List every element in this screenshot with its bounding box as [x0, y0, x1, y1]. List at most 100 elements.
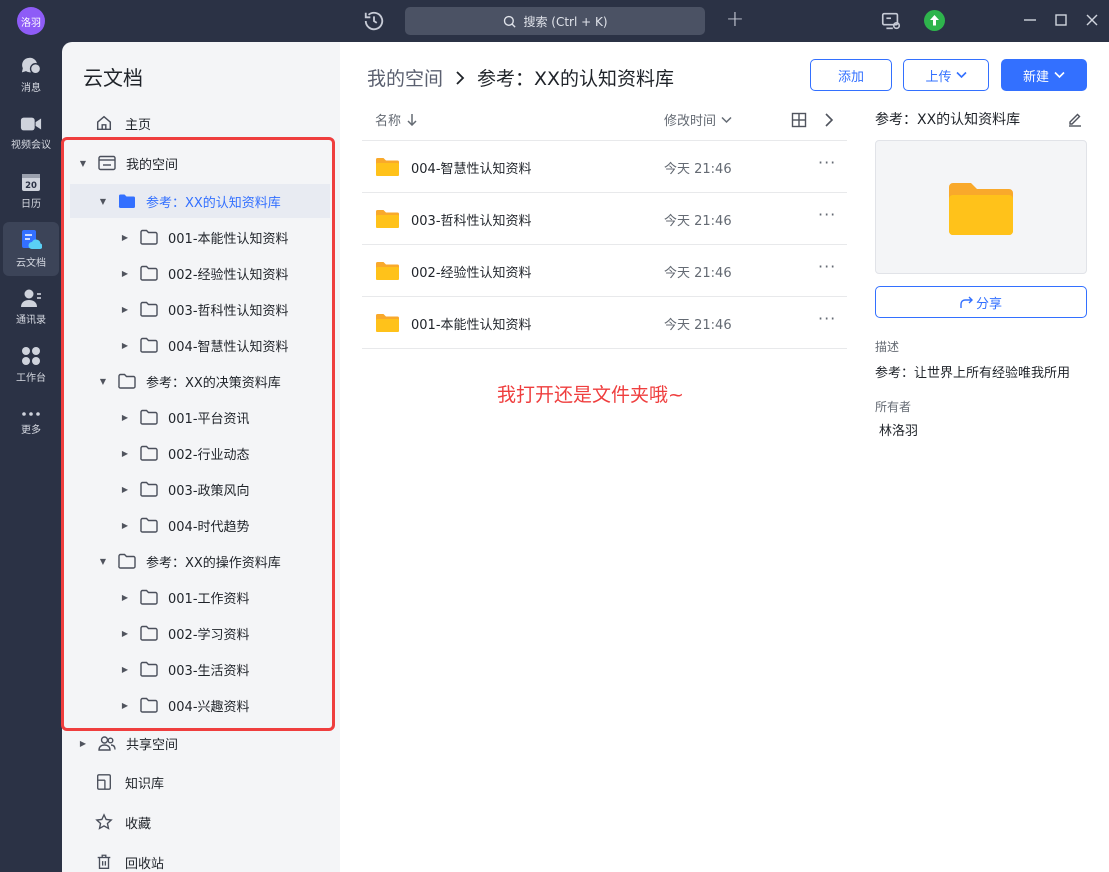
folder-icon [376, 158, 399, 176]
app-rail: 消息 视频会议 20 日历 云文档 通讯录 工作台 更多 [0, 42, 62, 872]
rail-item-messages[interactable]: 消息 [3, 48, 59, 102]
file-row[interactable]: 001-本能性认知资料 今天 21:46 ··· [362, 296, 847, 348]
home-icon [96, 115, 112, 131]
tree-label: 共享空间 [126, 737, 179, 753]
column-label: 名称 [375, 114, 402, 129]
edit-icon[interactable] [1067, 111, 1083, 127]
rail-label: 云文档 [16, 258, 46, 269]
rail-label: 视频会议 [11, 140, 51, 151]
share-button[interactable]: 分享 [875, 286, 1087, 318]
rail-item-calendar[interactable]: 20 日历 [3, 164, 59, 218]
breadcrumb: 我的空间 参考：XX的认知资料库 [367, 64, 674, 91]
folder-icon [376, 314, 399, 332]
folder-preview-icon [949, 183, 1013, 235]
workbench-icon [22, 347, 40, 365]
nav-label: 收藏 [125, 817, 152, 832]
shared-users-icon [98, 736, 116, 751]
folder-icon [376, 262, 399, 280]
rail-label: 日历 [21, 199, 41, 210]
star-icon [95, 813, 113, 830]
file-row[interactable]: 003-哲科性认知资料 今天 21:46 ··· [362, 192, 847, 244]
main-content: 我的空间 参考：XX的认知资料库 添加 上传 新建 名称 修改时间 004-智慧… [340, 42, 1109, 872]
nav-home[interactable]: 主页 [62, 105, 340, 141]
rail-label: 工作台 [16, 373, 46, 384]
highlight-annotation-box [61, 137, 335, 731]
share-icon [960, 296, 973, 308]
divider [362, 348, 847, 349]
rail-item-video[interactable]: 视频会议 [3, 106, 59, 160]
rail-item-workbench[interactable]: 工作台 [3, 338, 59, 392]
tree-shared-space[interactable]: ▶ 共享空间 [78, 726, 178, 760]
share-label: 分享 [975, 296, 1002, 312]
description-value: 参考：让世界上所有经验唯我所用 [875, 366, 1071, 381]
column-header-modified[interactable]: 修改时间 [664, 110, 732, 129]
nav-label: 知识库 [125, 777, 165, 792]
chevron-right-icon[interactable] [822, 112, 836, 128]
create-button[interactable]: 新建 [1001, 59, 1087, 91]
search-label: 搜索 (Ctrl + K) [523, 14, 608, 29]
file-name: 001-本能性认知资料 [411, 318, 532, 333]
maximize-icon[interactable] [1051, 10, 1071, 30]
calendar-icon: 20 [22, 174, 40, 191]
folder-icon [376, 210, 399, 228]
file-row[interactable]: 002-经验性认知资料 今天 21:46 ··· [362, 244, 847, 296]
screen-share-icon[interactable] [880, 10, 902, 32]
rail-label: 消息 [21, 83, 41, 94]
rail-item-contacts[interactable]: 通讯录 [3, 280, 59, 334]
search-box[interactable]: 搜索 (Ctrl + K) [405, 7, 705, 35]
minimize-icon[interactable] [1020, 10, 1040, 30]
detail-title: 参考：XX的认知资料库 [875, 112, 1021, 128]
file-name: 002-经验性认知资料 [411, 266, 532, 281]
arrow-down-icon [407, 114, 417, 126]
upgrade-icon[interactable] [924, 10, 945, 31]
calendar-day: 20 [25, 181, 37, 191]
panel-title: 云文档 [83, 66, 143, 90]
column-header-name[interactable]: 名称 [375, 110, 418, 129]
chevron-down-icon [1054, 71, 1065, 79]
more-options-icon[interactable]: ··· [818, 257, 836, 276]
file-time: 今天 21:46 [664, 266, 732, 281]
add-button[interactable]: 添加 [810, 59, 892, 91]
file-row[interactable]: 004-智慧性认知资料 今天 21:46 ··· [362, 140, 847, 192]
file-name: 004-智慧性认知资料 [411, 162, 532, 177]
add-icon[interactable]: + [724, 9, 746, 31]
user-avatar[interactable]: 洛羽 [17, 7, 45, 35]
search-icon [504, 15, 517, 28]
rail-label: 更多 [21, 425, 41, 436]
owner-value: 林洛羽 [879, 424, 919, 439]
video-icon [20, 117, 42, 131]
folder-preview [875, 140, 1087, 274]
message-icon [21, 57, 42, 75]
chevron-down-icon [721, 116, 732, 123]
more-options-icon[interactable]: ··· [818, 309, 836, 328]
more-options-icon[interactable]: ··· [818, 205, 836, 224]
nav-label: 主页 [125, 118, 152, 133]
upload-button[interactable]: 上传 [903, 59, 989, 91]
caret-right-icon[interactable]: ▶ [78, 739, 88, 748]
file-time: 今天 21:46 [664, 162, 732, 177]
create-label: 新建 [1022, 69, 1049, 85]
nav-knowledge[interactable]: 知识库 [62, 764, 340, 800]
history-icon[interactable] [363, 10, 385, 32]
knowledge-base-icon [97, 774, 111, 790]
chevron-right-icon [456, 70, 465, 85]
description-label: 描述 [875, 340, 900, 354]
owner-label: 所有者 [875, 400, 912, 414]
breadcrumb-current: 参考：XX的认知资料库 [477, 68, 675, 90]
nav-favorites[interactable]: 收藏 [62, 804, 340, 840]
nav-trash[interactable]: 回收站 [62, 844, 340, 872]
close-icon[interactable] [1082, 10, 1102, 30]
cloud-doc-icon [22, 230, 42, 250]
trash-icon [97, 854, 111, 869]
column-label: 修改时间 [664, 114, 717, 129]
more-icon [22, 412, 40, 416]
annotation-text: 我打开还是文件夹哦~ [497, 384, 684, 406]
breadcrumb-my-space[interactable]: 我的空间 [367, 64, 443, 91]
upload-label: 上传 [925, 69, 952, 85]
rail-item-cloud-docs[interactable]: 云文档 [3, 222, 59, 276]
contacts-icon [21, 289, 41, 307]
grid-view-icon[interactable] [791, 112, 807, 128]
more-options-icon[interactable]: ··· [818, 153, 836, 172]
nav-label: 回收站 [125, 857, 165, 872]
rail-item-more[interactable]: 更多 [3, 396, 59, 450]
